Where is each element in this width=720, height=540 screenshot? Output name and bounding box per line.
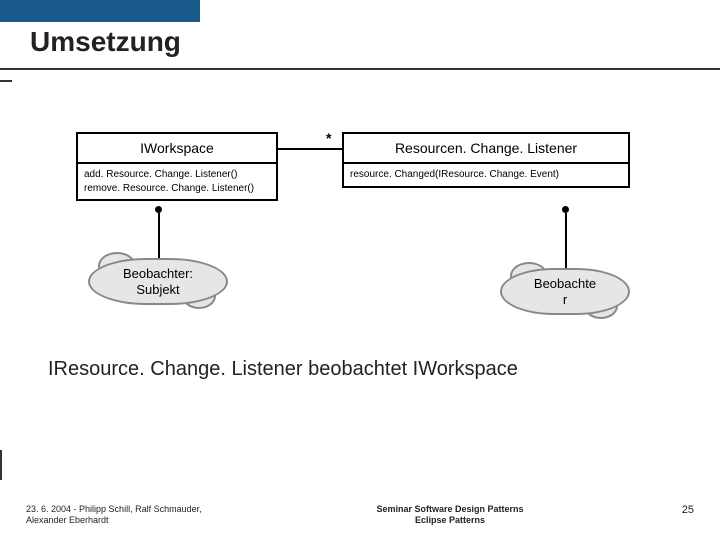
uml-class-resourcechangelistener: Resourcen. Change. Listener resource. Ch… (342, 132, 630, 188)
note-cloud: Beobachter (500, 268, 630, 315)
footer-seminar: Seminar Software Design PatternsEclipse … (260, 504, 640, 527)
uml-operation: remove. Resource. Change. Listener() (84, 182, 270, 196)
footer-page-number: 25 (640, 504, 720, 527)
uml-class-name: Resourcen. Change. Listener (344, 134, 628, 164)
note-anchor-dot (155, 206, 162, 213)
title-rule (0, 68, 720, 70)
association-line (278, 148, 342, 150)
footer: 23. 6. 2004 - Philipp Schill, Ralf Schma… (0, 504, 720, 527)
note-beobachter: Beobachter (500, 206, 630, 315)
header-accent-bar (0, 0, 200, 22)
statement-text: IResource. Change. Listener beobachtet I… (48, 358, 518, 381)
multiplicity-label: * (326, 130, 331, 146)
footer-authors: 23. 6. 2004 - Philipp Schill, Ralf Schma… (0, 504, 260, 527)
note-anchor-line (158, 213, 160, 261)
uml-class-operations: resource. Changed(IResource. Change. Eve… (344, 164, 628, 186)
note-cloud: Beobachter:Subjekt (88, 258, 228, 305)
left-margin-bar (0, 450, 2, 480)
note-beobachter-subjekt: Beobachter:Subjekt (88, 206, 228, 305)
uml-operation: add. Resource. Change. Listener() (84, 168, 270, 182)
uml-class-operations: add. Resource. Change. Listener() remove… (78, 164, 276, 199)
uml-operation: resource. Changed(IResource. Change. Eve… (350, 168, 622, 182)
page-title: Umsetzung (30, 26, 181, 58)
side-tick (0, 80, 12, 82)
note-anchor-dot (562, 206, 569, 213)
uml-class-name: IWorkspace (78, 134, 276, 164)
uml-class-iworkspace: IWorkspace add. Resource. Change. Listen… (76, 132, 278, 201)
note-anchor-line (565, 213, 567, 271)
